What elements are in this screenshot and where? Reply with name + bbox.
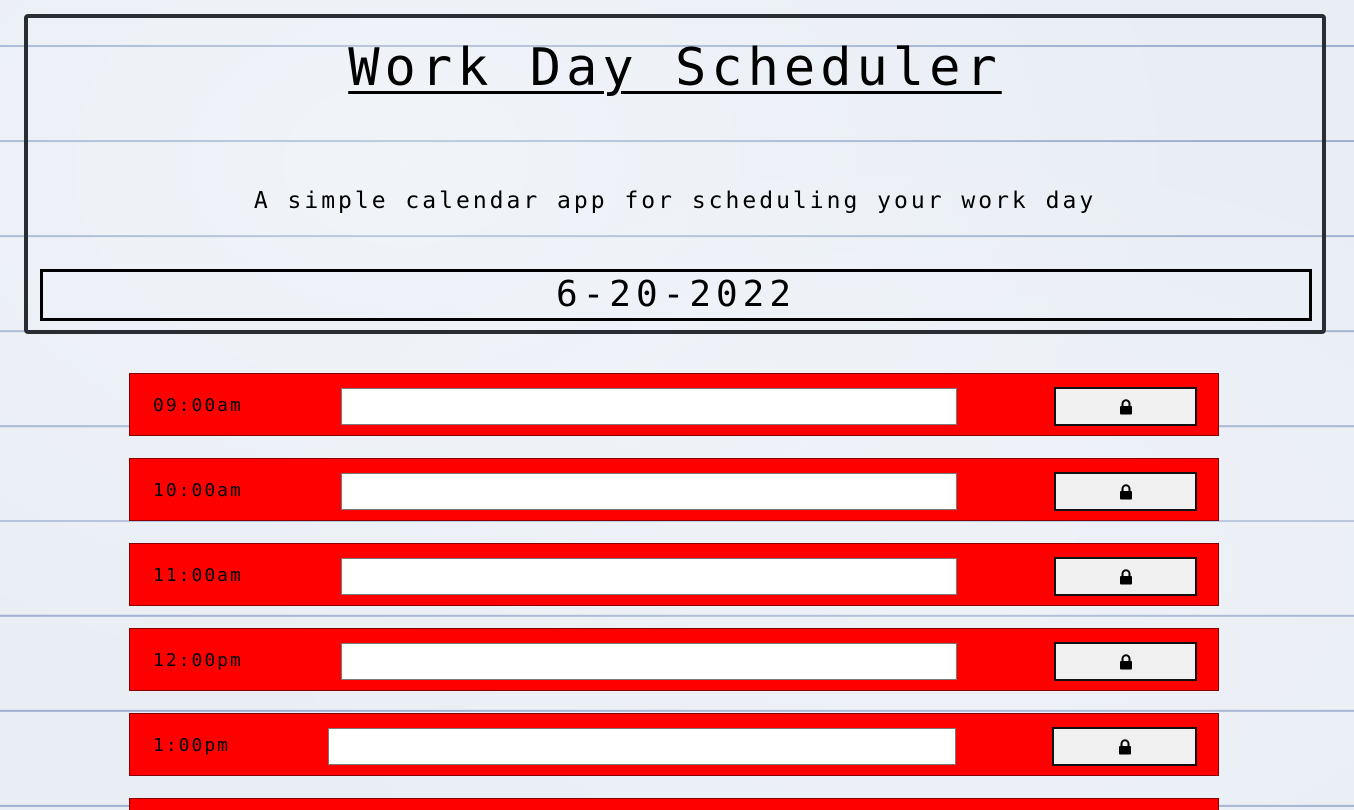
task-input[interactable] bbox=[341, 643, 957, 680]
time-block bbox=[129, 798, 1219, 810]
lock-icon bbox=[1118, 738, 1131, 754]
page-title: Work Day Scheduler bbox=[348, 38, 1002, 98]
save-button[interactable] bbox=[1054, 472, 1197, 511]
time-block: 10:00am bbox=[129, 458, 1219, 521]
hour-label: 09:00am bbox=[153, 395, 243, 416]
lock-icon bbox=[1119, 653, 1132, 669]
time-block-list: 09:00am 10:00am 11:00am 12:00pm 1:00pm bbox=[129, 373, 1219, 810]
save-button[interactable] bbox=[1054, 557, 1197, 596]
time-block: 12:00pm bbox=[129, 628, 1219, 691]
current-date: 6-20-2022 bbox=[40, 269, 1312, 321]
time-block: 09:00am bbox=[129, 373, 1219, 436]
time-block: 1:00pm bbox=[129, 713, 1219, 776]
hour-label: 11:00am bbox=[153, 565, 243, 586]
lock-icon bbox=[1119, 483, 1132, 499]
hour-label: 1:00pm bbox=[153, 735, 231, 756]
save-button[interactable] bbox=[1054, 387, 1197, 426]
time-block: 11:00am bbox=[129, 543, 1219, 606]
task-input[interactable] bbox=[328, 728, 956, 765]
hour-label: 12:00pm bbox=[153, 650, 243, 671]
task-input[interactable] bbox=[341, 388, 957, 425]
lock-icon bbox=[1119, 568, 1132, 584]
lock-icon bbox=[1119, 398, 1132, 414]
page-subtitle: A simple calendar app for scheduling you… bbox=[253, 188, 1097, 214]
hour-label: 10:00am bbox=[153, 480, 243, 501]
task-input[interactable] bbox=[341, 558, 957, 595]
save-button[interactable] bbox=[1054, 642, 1197, 681]
header: Work Day Scheduler A simple calendar app… bbox=[24, 14, 1326, 334]
task-input[interactable] bbox=[341, 473, 957, 510]
save-button[interactable] bbox=[1052, 727, 1197, 766]
